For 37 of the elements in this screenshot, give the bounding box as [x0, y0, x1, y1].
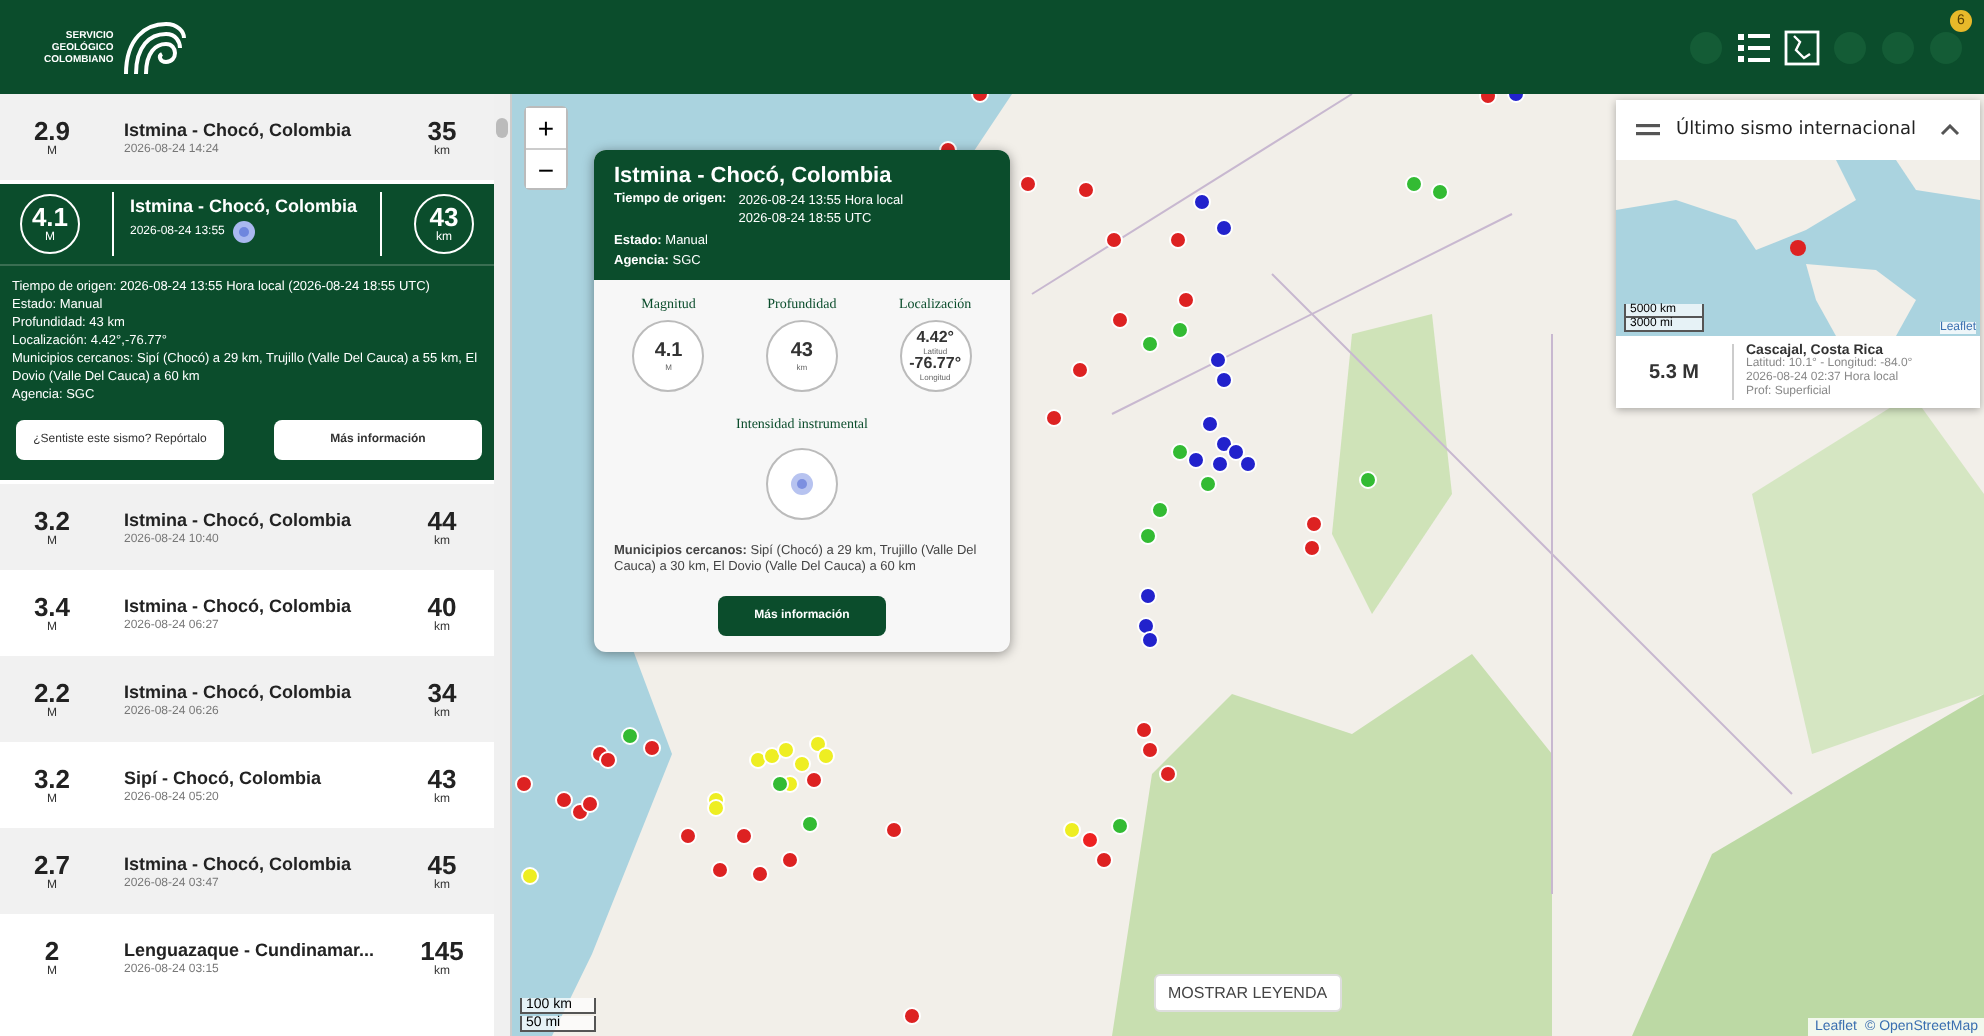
magnitude-value: 3.4: [31, 593, 73, 621]
zoom-out-button[interactable]: −: [526, 148, 566, 188]
magnitude-value: 2.2: [31, 679, 73, 707]
depth-value: 34: [425, 679, 459, 707]
panel-title: Último sismo internacional: [1676, 120, 1918, 140]
event-place: Lenguazaque - Cundinamar...: [124, 939, 377, 959]
legend-button[interactable]: MOSTRAR LEYENDA: [1154, 974, 1342, 1012]
depth-value: 43: [429, 204, 459, 232]
depth-value: 44: [425, 507, 459, 535]
scrollbar[interactable]: [494, 94, 510, 1036]
event-item[interactable]: [0, 184, 494, 480]
event-place: Istmina - Chocó, Colombia: [124, 595, 354, 615]
list-icon[interactable]: [1736, 29, 1772, 65]
collapse-chevron-icon[interactable]: [1940, 124, 1960, 136]
event-place: Istmina - Chocó, Colombia: [130, 196, 360, 216]
event-place: Istmina - Chocó, Colombia: [124, 853, 354, 873]
event-place: Istmina - Chocó, Colombia: [124, 509, 354, 529]
magnitude-value: 4.1: [31, 204, 69, 232]
event-place: Sipí - Chocó, Colombia: [124, 767, 323, 787]
magnitude-value: 2.7: [31, 851, 73, 879]
map-icon[interactable]: [1784, 29, 1820, 65]
magnitude-value: 5.3 M: [1646, 361, 1701, 383]
event-place: Istmina - Chocó, Colombia: [124, 681, 354, 701]
depth-value: 35: [425, 117, 459, 145]
magnitude-value: 3.2: [31, 507, 73, 535]
magnitude-value: 2.9: [31, 117, 73, 145]
magnitude-value: 3.2: [31, 765, 73, 793]
popup-title: Istmina - Chocó, Colombia: [614, 164, 894, 188]
menu-icon[interactable]: [1636, 122, 1660, 138]
depth-value: 43: [425, 765, 459, 793]
depth-value: 40: [425, 593, 459, 621]
intensity-dot-icon: [790, 472, 814, 496]
intensity-dot-icon: [232, 220, 257, 244]
event-place: Istmina - Chocó, Colombia: [124, 119, 354, 139]
magnitude-value: 2: [42, 937, 62, 965]
depth-value: 45: [425, 851, 459, 879]
depth-value: 145: [418, 937, 466, 965]
